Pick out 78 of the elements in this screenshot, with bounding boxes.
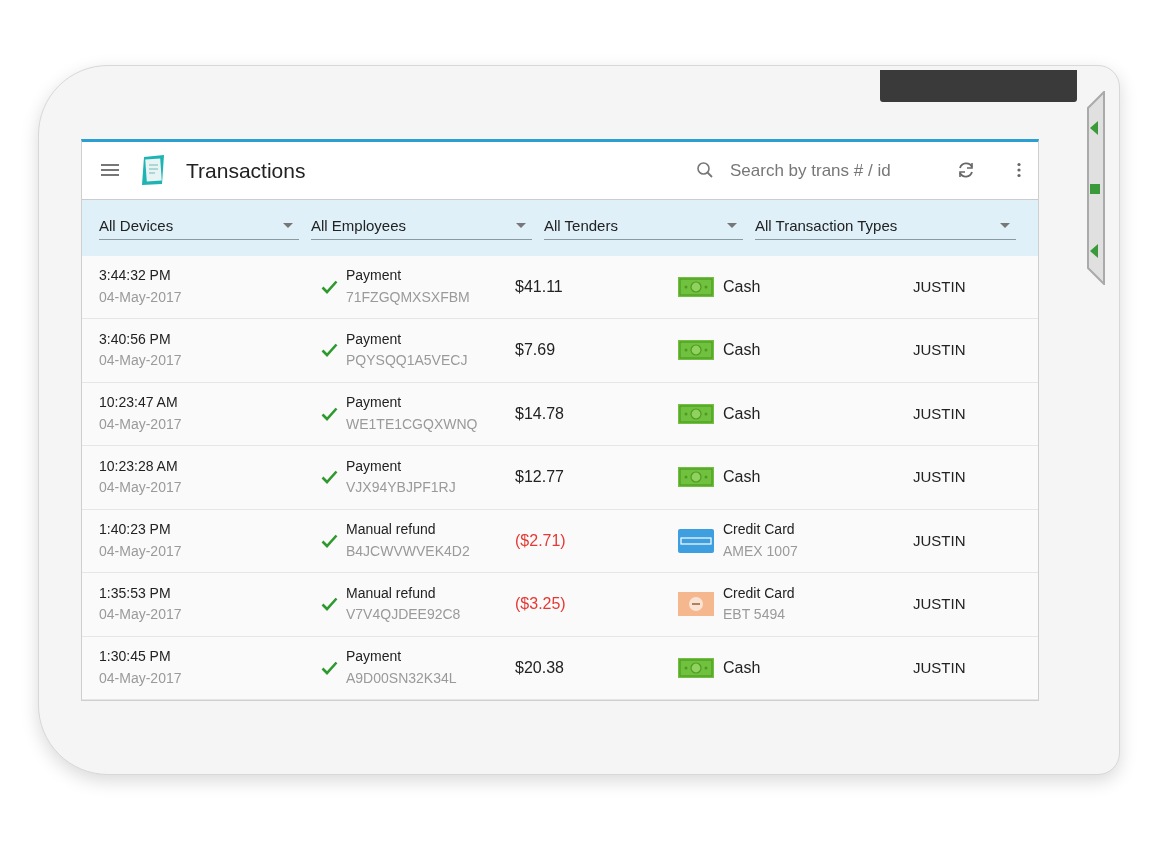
cash-icon: [678, 340, 714, 361]
transaction-id: A9D00SN32K34L: [346, 668, 457, 688]
transaction-type: Payment: [346, 456, 403, 476]
transaction-amount: ($3.25): [515, 595, 566, 613]
page-title: Transactions: [186, 157, 306, 184]
more-options-icon: [1016, 162, 1022, 179]
filter-dropdown[interactable]: All Employees: [311, 215, 532, 240]
tender-label: Credit Card: [723, 520, 796, 540]
menu-icon: [100, 163, 120, 178]
credit-card-icon: [678, 528, 714, 553]
transaction-type: Payment: [346, 266, 403, 286]
transaction-type: Payment: [346, 329, 403, 349]
employee-name: JUSTIN: [913, 594, 966, 614]
transaction-type: Payment: [346, 393, 403, 413]
transaction-id: V7V4QJDEE92C8: [346, 605, 461, 625]
caret-icon: [727, 223, 737, 230]
employee-name: JUSTIN: [913, 467, 966, 487]
tender-label: Credit Card: [723, 583, 795, 603]
search-icon: [696, 161, 714, 180]
transaction-row[interactable]: 1:30:45 PM 04-May-2017 Payment A9D00SN32K34L $20.38 Cash JUSTIN: [82, 636, 1038, 700]
caret-icon: [516, 223, 526, 230]
transaction-row[interactable]: 10:23:28 AM 04-May-2017 Payment VJX94YBJPF1RJ $12.77 Cash JUSTIN: [82, 446, 1038, 510]
transaction-id: VJX94YBJPF1RJ: [346, 478, 456, 498]
transaction-row[interactable]: 10:23:47 AM 04-May-2017 Payment WE1TE1CGQXWNQ $14.78 Cash JUSTIN: [82, 382, 1038, 446]
transaction-amount: $7.69: [515, 341, 556, 359]
transaction-amount: $41.11: [515, 277, 563, 295]
transaction-date: 04-May-2017: [99, 478, 183, 498]
transaction-time: 1:35:53 PM: [99, 583, 172, 603]
tender-label: Cash: [723, 403, 761, 424]
filter-dropdown[interactable]: All Tenders: [544, 215, 743, 240]
caret-icon: [283, 223, 293, 230]
filter-dropdown[interactable]: All Devices: [99, 215, 299, 240]
transaction-time: 3:40:56 PM: [99, 329, 172, 349]
tender-label: Cash: [723, 467, 761, 488]
transaction-row[interactable]: 3:40:56 PM 04-May-2017 Payment PQYSQQ1A5VECJ $7.69 Cash JUSTIN: [82, 319, 1038, 383]
tender-label: Cash: [723, 276, 761, 297]
employee-name: JUSTIN: [913, 530, 966, 551]
transaction-time: 3:44:32 PM: [99, 266, 172, 286]
card-icon: [678, 592, 714, 617]
transaction-date: 04-May-2017: [99, 605, 183, 625]
caret-icon: [1000, 223, 1010, 230]
cash-icon: [678, 276, 714, 297]
search-field[interactable]: Search by trans # / id: [696, 156, 918, 185]
transaction-amount: $20.38: [515, 658, 564, 676]
transaction-date: 04-May-2017: [99, 287, 183, 307]
cash-icon: [678, 403, 714, 424]
employee-name: JUSTIN: [913, 276, 966, 297]
transaction-date: 04-May-2017: [99, 414, 183, 434]
filter-dropdown[interactable]: All Transaction Types: [755, 215, 1016, 240]
transaction-row[interactable]: 1:40:23 PM 04-May-2017 Manual refund B4JCWVWVEK4D2 ($2.71) Credit Card AMEX 1007 JUSTIN: [82, 509, 1038, 573]
card-detail: EBT 5494: [723, 605, 786, 625]
cash-icon: [678, 657, 714, 678]
transaction-amount: $12.77: [515, 468, 564, 486]
tender-label: Cash: [723, 657, 761, 678]
transaction-time: 1:40:23 PM: [99, 520, 172, 540]
transaction-time: 10:23:28 AM: [99, 456, 179, 476]
transaction-id: 71FZGQMXSXFBM: [346, 287, 470, 307]
employee-name: JUSTIN: [913, 657, 966, 678]
transaction-time: 10:23:47 AM: [99, 393, 179, 413]
transaction-amount: ($2.71): [515, 531, 566, 549]
transaction-date: 04-May-2017: [99, 668, 183, 688]
transaction-date: 04-May-2017: [99, 541, 183, 561]
transaction-type: Payment: [346, 647, 403, 667]
employee-name: JUSTIN: [913, 340, 966, 360]
tender-label: Cash: [723, 340, 761, 361]
transaction-row[interactable]: 3:44:32 PM 04-May-2017 Payment 71FZGQMXSXFBM $41.11 Cash JUSTIN: [82, 255, 1038, 319]
transaction-type: Manual refund: [346, 583, 437, 603]
transaction-id: WE1TE1CGQXWNQ: [346, 414, 478, 434]
card-detail: AMEX 1007: [723, 541, 798, 561]
employee-name: JUSTIN: [913, 403, 966, 424]
transaction-amount: $14.78: [515, 404, 564, 422]
transaction-time: 1:30:45 PM: [99, 647, 172, 667]
transaction-id: PQYSQQ1A5VECJ: [346, 351, 468, 371]
cash-icon: [678, 467, 714, 488]
transaction-date: 04-May-2017: [99, 351, 183, 371]
transaction-type: Manual refund: [346, 520, 437, 540]
transaction-row[interactable]: 1:35:53 PM 04-May-2017 Manual refund V7V4QJDEE92C8 ($3.25) Credit Card EBT 5494 JUSTIN: [82, 573, 1038, 637]
transaction-id: B4JCWVWVEK4D2: [346, 541, 470, 561]
